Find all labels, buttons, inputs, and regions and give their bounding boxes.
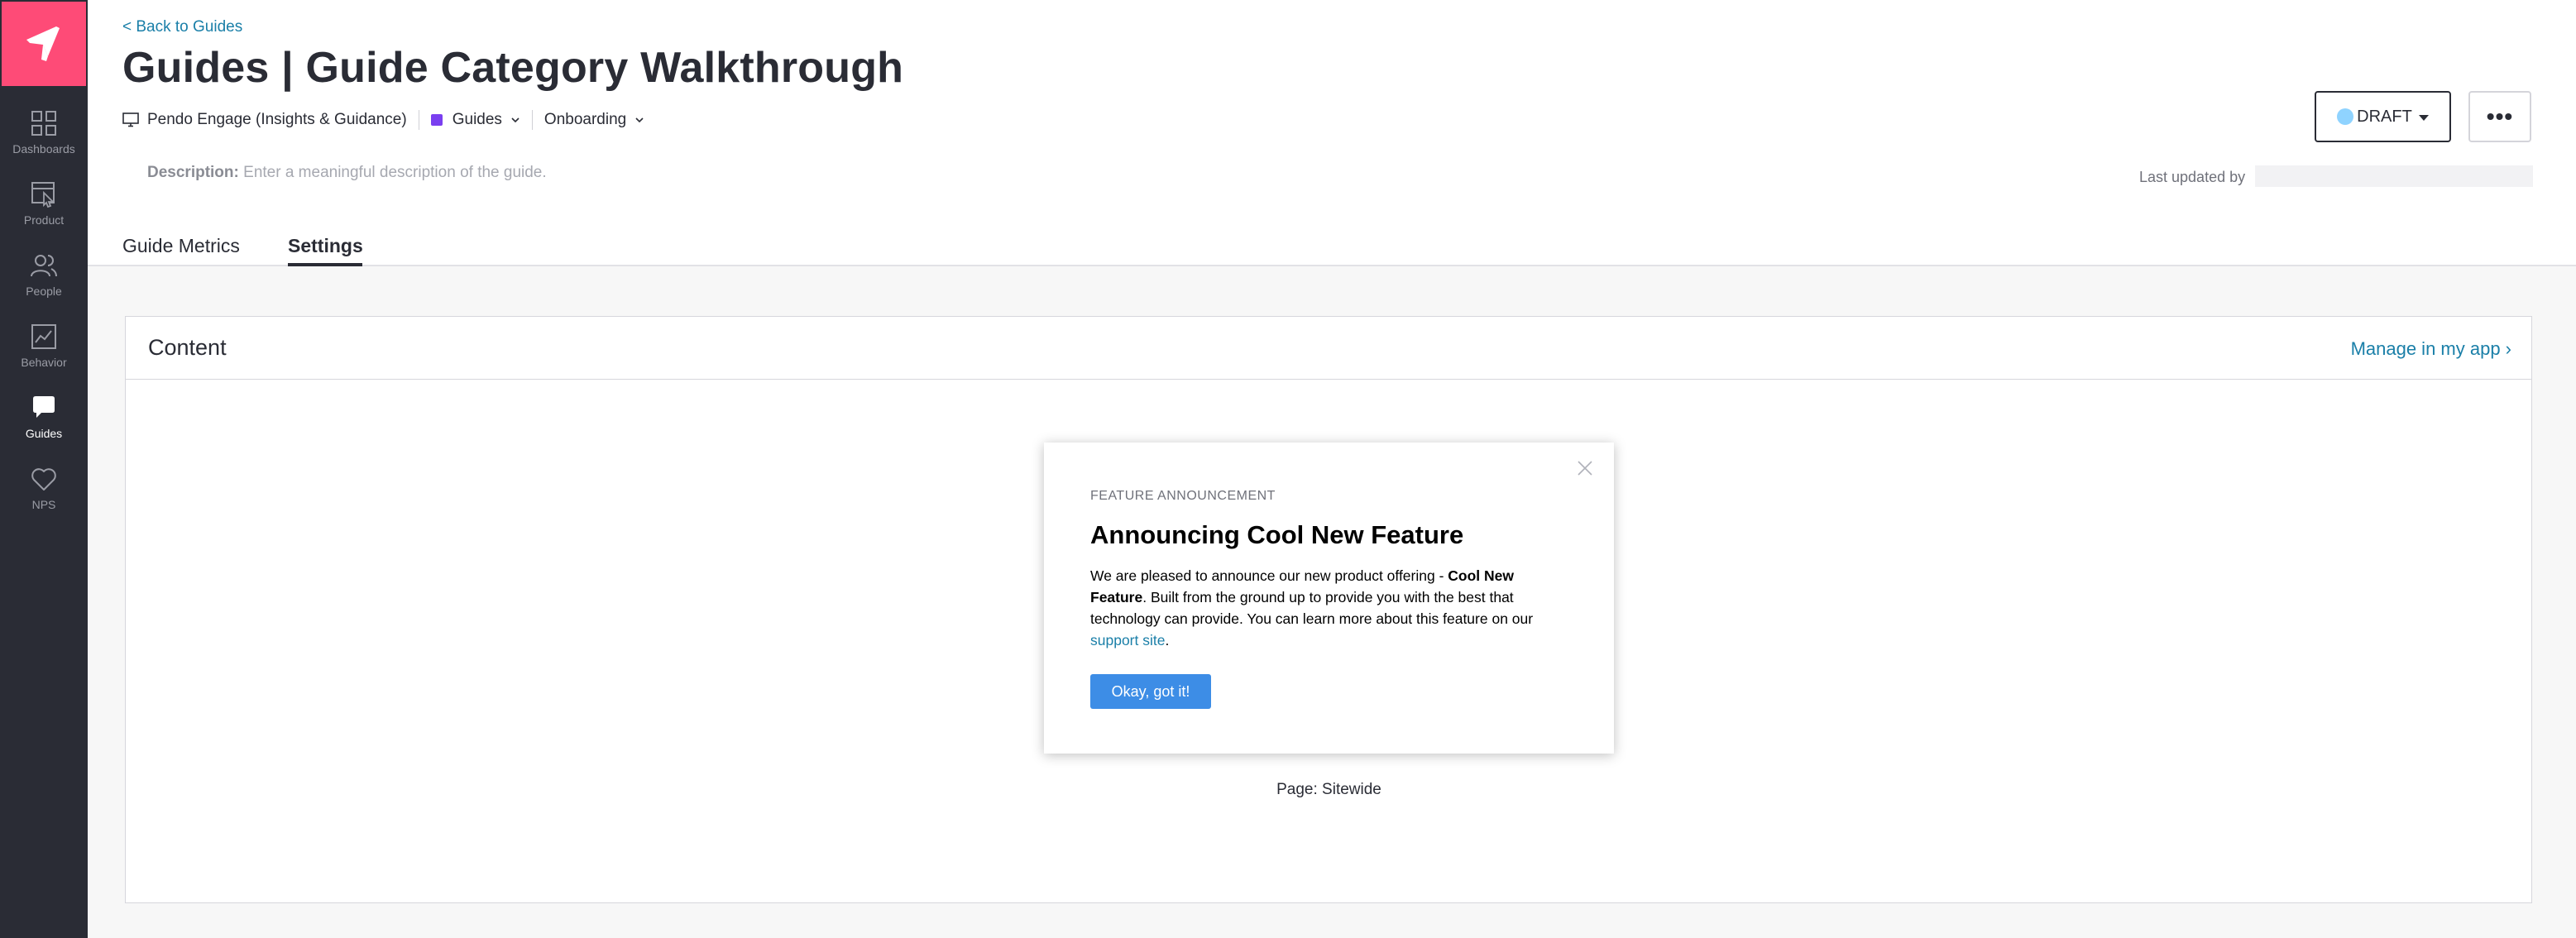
- nav-item-nps[interactable]: NPS: [0, 462, 88, 531]
- page-label: Page: Sitewide: [1276, 781, 1381, 798]
- description-placeholder: Enter a meaningful description of the gu…: [243, 164, 547, 181]
- nav-label-dashboards: Dashboards: [12, 142, 75, 156]
- guide-meta-row: Pendo Engage (Insights & Guidance) Guide…: [122, 108, 644, 132]
- nav-label-nps: NPS: [31, 498, 56, 511]
- manage-in-my-app-link[interactable]: Manage in my app ›: [2351, 338, 2511, 360]
- content-panel-header: Content Manage in my app ›: [126, 317, 2531, 380]
- guide-header: [88, 0, 2576, 266]
- nav-item-behavior[interactable]: Behavior: [0, 319, 88, 389]
- chevron-down-icon[interactable]: [510, 115, 520, 125]
- page-title: Guides | Guide Category Walkthrough: [122, 44, 904, 92]
- segment-dropdown[interactable]: Onboarding: [544, 111, 626, 129]
- divider: [531, 110, 533, 130]
- nav-label-product: Product: [23, 213, 65, 227]
- nav-label-guides: Guides: [25, 427, 63, 440]
- active-tab-indicator: [288, 263, 362, 266]
- okay-got-it-button[interactable]: Okay, got it!: [1090, 674, 1211, 709]
- support-site-link[interactable]: support site: [1090, 632, 1165, 648]
- last-updated-value: [2255, 165, 2533, 187]
- status-label: DRAFT: [2357, 107, 2412, 126]
- category-color-swatch: [430, 114, 443, 126]
- guide-eyebrow: FEATURE ANNOUNCEMENT: [1090, 489, 1276, 503]
- product-cursor-icon: [31, 182, 55, 208]
- nav-label-behavior: Behavior: [21, 356, 67, 369]
- description-label: Description:: [147, 164, 239, 181]
- dashboards-grid-icon: [31, 111, 56, 136]
- sidebar: Dashboards Product People Behavior Guide…: [0, 0, 88, 938]
- pendo-logo-icon[interactable]: [2, 2, 86, 86]
- status-dropdown-button[interactable]: DRAFT: [2315, 91, 2451, 142]
- nav-item-guides[interactable]: Guides: [0, 390, 88, 460]
- content-title: Content: [148, 335, 227, 360]
- guide-body-text: .: [1165, 632, 1170, 648]
- nav-item-product[interactable]: Product: [0, 177, 88, 246]
- guide-body-text: We are pleased to announce our new produ…: [1090, 567, 1448, 584]
- chevron-down-icon[interactable]: [634, 115, 644, 125]
- tab-guide-metrics[interactable]: Guide Metrics: [122, 235, 240, 257]
- behavior-chart-icon: [31, 324, 56, 349]
- more-options-button[interactable]: •••: [2468, 91, 2531, 142]
- tab-settings[interactable]: Settings: [288, 235, 363, 257]
- description-field[interactable]: Description: Enter a meaningful descript…: [147, 164, 547, 182]
- guides-chat-icon: [33, 396, 55, 418]
- caret-down-icon: [2418, 114, 2429, 121]
- guide-heading: Announcing Cool New Feature: [1090, 520, 1464, 549]
- ellipsis-icon: •••: [2486, 103, 2514, 129]
- nav-label-people: People: [26, 285, 62, 298]
- guide-body: We are pleased to announce our new produ…: [1090, 565, 1570, 651]
- close-icon[interactable]: [1576, 459, 1594, 477]
- status-dot: [2337, 108, 2354, 125]
- guide-body-text: . Built from the ground up to provide yo…: [1090, 589, 1534, 627]
- back-to-guides-link[interactable]: < Back to Guides: [122, 18, 242, 36]
- guide-preview-card[interactable]: FEATURE ANNOUNCEMENT Announcing Cool New…: [1044, 443, 1614, 754]
- people-icon: [31, 255, 57, 277]
- last-updated-label: Last updated by: [2139, 169, 2246, 185]
- category-dropdown[interactable]: Guides: [452, 111, 502, 129]
- app-name: Pendo Engage (Insights & Guidance): [147, 111, 407, 128]
- nav-item-dashboards[interactable]: Dashboards: [0, 106, 88, 175]
- nps-heart-icon: [31, 468, 56, 491]
- nav-item-people[interactable]: People: [0, 248, 88, 318]
- monitor-icon: [122, 112, 139, 127]
